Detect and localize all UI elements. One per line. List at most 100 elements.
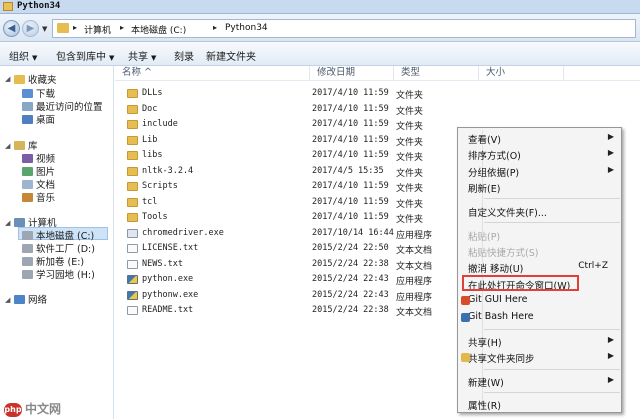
file-name: Scripts	[142, 181, 178, 191]
chevron-right-icon: ▶	[607, 132, 614, 141]
menu-item-new[interactable]: 新建(W) ▶	[468, 375, 618, 390]
nav-network[interactable]: 网络	[14, 292, 47, 306]
file-date: 2015/2/24 22:38	[312, 258, 389, 269]
music-icon	[22, 193, 33, 202]
file-type: 文件夹	[396, 184, 424, 194]
menu-item-undo-move[interactable]: 撤消 移动(U) Ctrl+Z	[468, 261, 618, 276]
chevron-right-icon[interactable]: ▸	[213, 23, 217, 32]
crumb-computer[interactable]: 计算机	[84, 23, 111, 36]
file-type: 应用程序	[396, 230, 433, 241]
burn-button[interactable]: 刻录	[174, 48, 194, 63]
file-name: chromedriver.exe	[142, 227, 224, 238]
file-type: 文件夹	[396, 122, 424, 132]
column-header-type[interactable]: 类型	[394, 66, 479, 80]
menu-item-properties[interactable]: 属性(R)	[468, 398, 618, 413]
file-name: tcl	[142, 196, 158, 207]
breadcrumb[interactable]: ▸ 计算机 ▸ 本地磁盘 (C:) ▸ Python34	[52, 19, 636, 38]
nav-favorites[interactable]: 收藏夹	[14, 72, 57, 86]
column-header-date[interactable]: 修改日期	[310, 66, 394, 80]
include-library-button[interactable]: 包含到库中 ▼	[56, 48, 114, 63]
file-date: 2015/2/24 22:50	[312, 243, 389, 253]
menu-item-paste[interactable]: 粘贴(P)	[468, 229, 618, 244]
file-date: 2017/4/10 11:59	[312, 134, 389, 145]
chevron-right-icon: ▶	[607, 335, 614, 344]
nav-documents[interactable]: 文档	[22, 177, 55, 191]
expand-icon[interactable]: ◢	[5, 142, 10, 150]
download-icon	[22, 89, 33, 98]
file-name: Doc	[142, 103, 158, 114]
folder-icon	[3, 2, 13, 11]
expand-icon[interactable]: ◢	[5, 75, 10, 83]
shared-folder-icon	[461, 353, 470, 362]
file-type: 文件夹	[396, 137, 424, 148]
nav-drive-c[interactable]: 本地磁盘 (C:)	[18, 227, 108, 242]
python-icon	[127, 275, 138, 284]
chevron-right-icon: ▶	[607, 148, 614, 157]
file-type: 文本文档	[396, 246, 433, 256]
new-folder-button[interactable]: 新建文件夹	[206, 48, 256, 63]
file-type: 文本文档	[396, 308, 433, 318]
file-name: Lib	[142, 134, 158, 145]
expand-icon[interactable]: ◢	[5, 219, 10, 227]
file-date: 2017/10/14 16:44	[312, 227, 394, 238]
expand-icon[interactable]: ◢	[5, 296, 10, 304]
file-date: 2017/4/10 11:59	[312, 212, 389, 222]
menu-separator	[484, 392, 620, 393]
menu-item-sort[interactable]: 排序方式(O) ▶	[468, 148, 618, 163]
chevron-right-icon[interactable]: ▸	[120, 23, 124, 32]
file-type: 文件夹	[396, 168, 424, 179]
table-row[interactable]: DLLs 2017/4/10 11:59 文件夹	[115, 86, 640, 101]
python-icon	[127, 290, 138, 300]
column-header-size[interactable]: 大小	[479, 66, 564, 80]
crumb-folder[interactable]: Python34	[225, 23, 268, 33]
file-type: 应用程序	[396, 292, 433, 303]
chevron-down-icon: ▼	[109, 54, 115, 62]
menu-item-sync[interactable]: 共享文件夹同步 ▶	[461, 351, 618, 366]
history-dropdown-icon[interactable]: ▼	[42, 25, 47, 33]
menu-item-refresh[interactable]: 刷新(E)	[468, 181, 618, 196]
window-title: Python34	[17, 1, 61, 11]
exe-icon	[127, 228, 138, 238]
desktop-icon	[22, 115, 33, 124]
file-name: include	[142, 119, 178, 129]
nav-downloads[interactable]: 下载	[22, 86, 55, 100]
chevron-right-icon[interactable]: ▸	[73, 23, 77, 32]
nav-drive-e[interactable]: 新加卷 (E:)	[22, 254, 84, 268]
menu-item-view[interactable]: 查看(V) ▶	[468, 132, 618, 147]
forward-button[interactable]: ▶	[22, 20, 39, 37]
file-date: 2017/4/10 11:59	[312, 181, 389, 191]
watermark: php 中文网	[4, 402, 62, 417]
text-file-icon	[127, 306, 138, 315]
nav-pictures[interactable]: 图片	[22, 164, 55, 178]
table-row[interactable]: Doc 2017/4/10 11:59 文件夹	[115, 102, 640, 117]
chevron-right-icon: ▶	[607, 351, 614, 360]
file-name: python.exe	[142, 274, 194, 284]
text-file-icon	[127, 244, 138, 253]
menu-item-paste-shortcut[interactable]: 粘贴快捷方式(S)	[468, 245, 618, 260]
title-bar: Python34	[0, 0, 640, 14]
menu-item-share[interactable]: 共享(H) ▶	[468, 335, 618, 350]
git-bash-icon	[461, 313, 470, 322]
undo-shortcut: Ctrl+Z	[578, 261, 608, 271]
file-type: 文件夹	[396, 199, 424, 210]
menu-item-git-bash[interactable]: Git Bash Here	[461, 311, 618, 326]
nav-drive-d[interactable]: 软件工厂 (D:)	[22, 241, 95, 255]
nav-desktop[interactable]: 桌面	[22, 112, 55, 126]
organize-button[interactable]: 组织 ▼	[9, 48, 37, 63]
menu-item-group[interactable]: 分组依据(P) ▶	[468, 165, 618, 180]
nav-drive-h[interactable]: 学习园地 (H:)	[22, 267, 95, 281]
star-icon	[14, 75, 25, 84]
folder-icon	[127, 104, 138, 114]
nav-libraries[interactable]: 库	[14, 138, 38, 152]
column-header-name[interactable]: 名称 ^	[115, 66, 310, 80]
folder-icon	[127, 120, 138, 129]
menu-item-customize[interactable]: 自定义文件夹(F)...	[468, 205, 618, 220]
nav-recent[interactable]: 最近访问的位置	[22, 99, 103, 113]
share-button[interactable]: 共享 ▼	[128, 48, 156, 63]
crumb-drive[interactable]: 本地磁盘 (C:)	[131, 23, 186, 36]
file-type: 应用程序	[396, 277, 433, 287]
back-button[interactable]: ◀	[3, 20, 20, 37]
nav-music[interactable]: 音乐	[22, 190, 55, 204]
menu-item-git-gui[interactable]: Git GUI Here	[461, 294, 618, 309]
nav-videos[interactable]: 视频	[22, 151, 55, 165]
